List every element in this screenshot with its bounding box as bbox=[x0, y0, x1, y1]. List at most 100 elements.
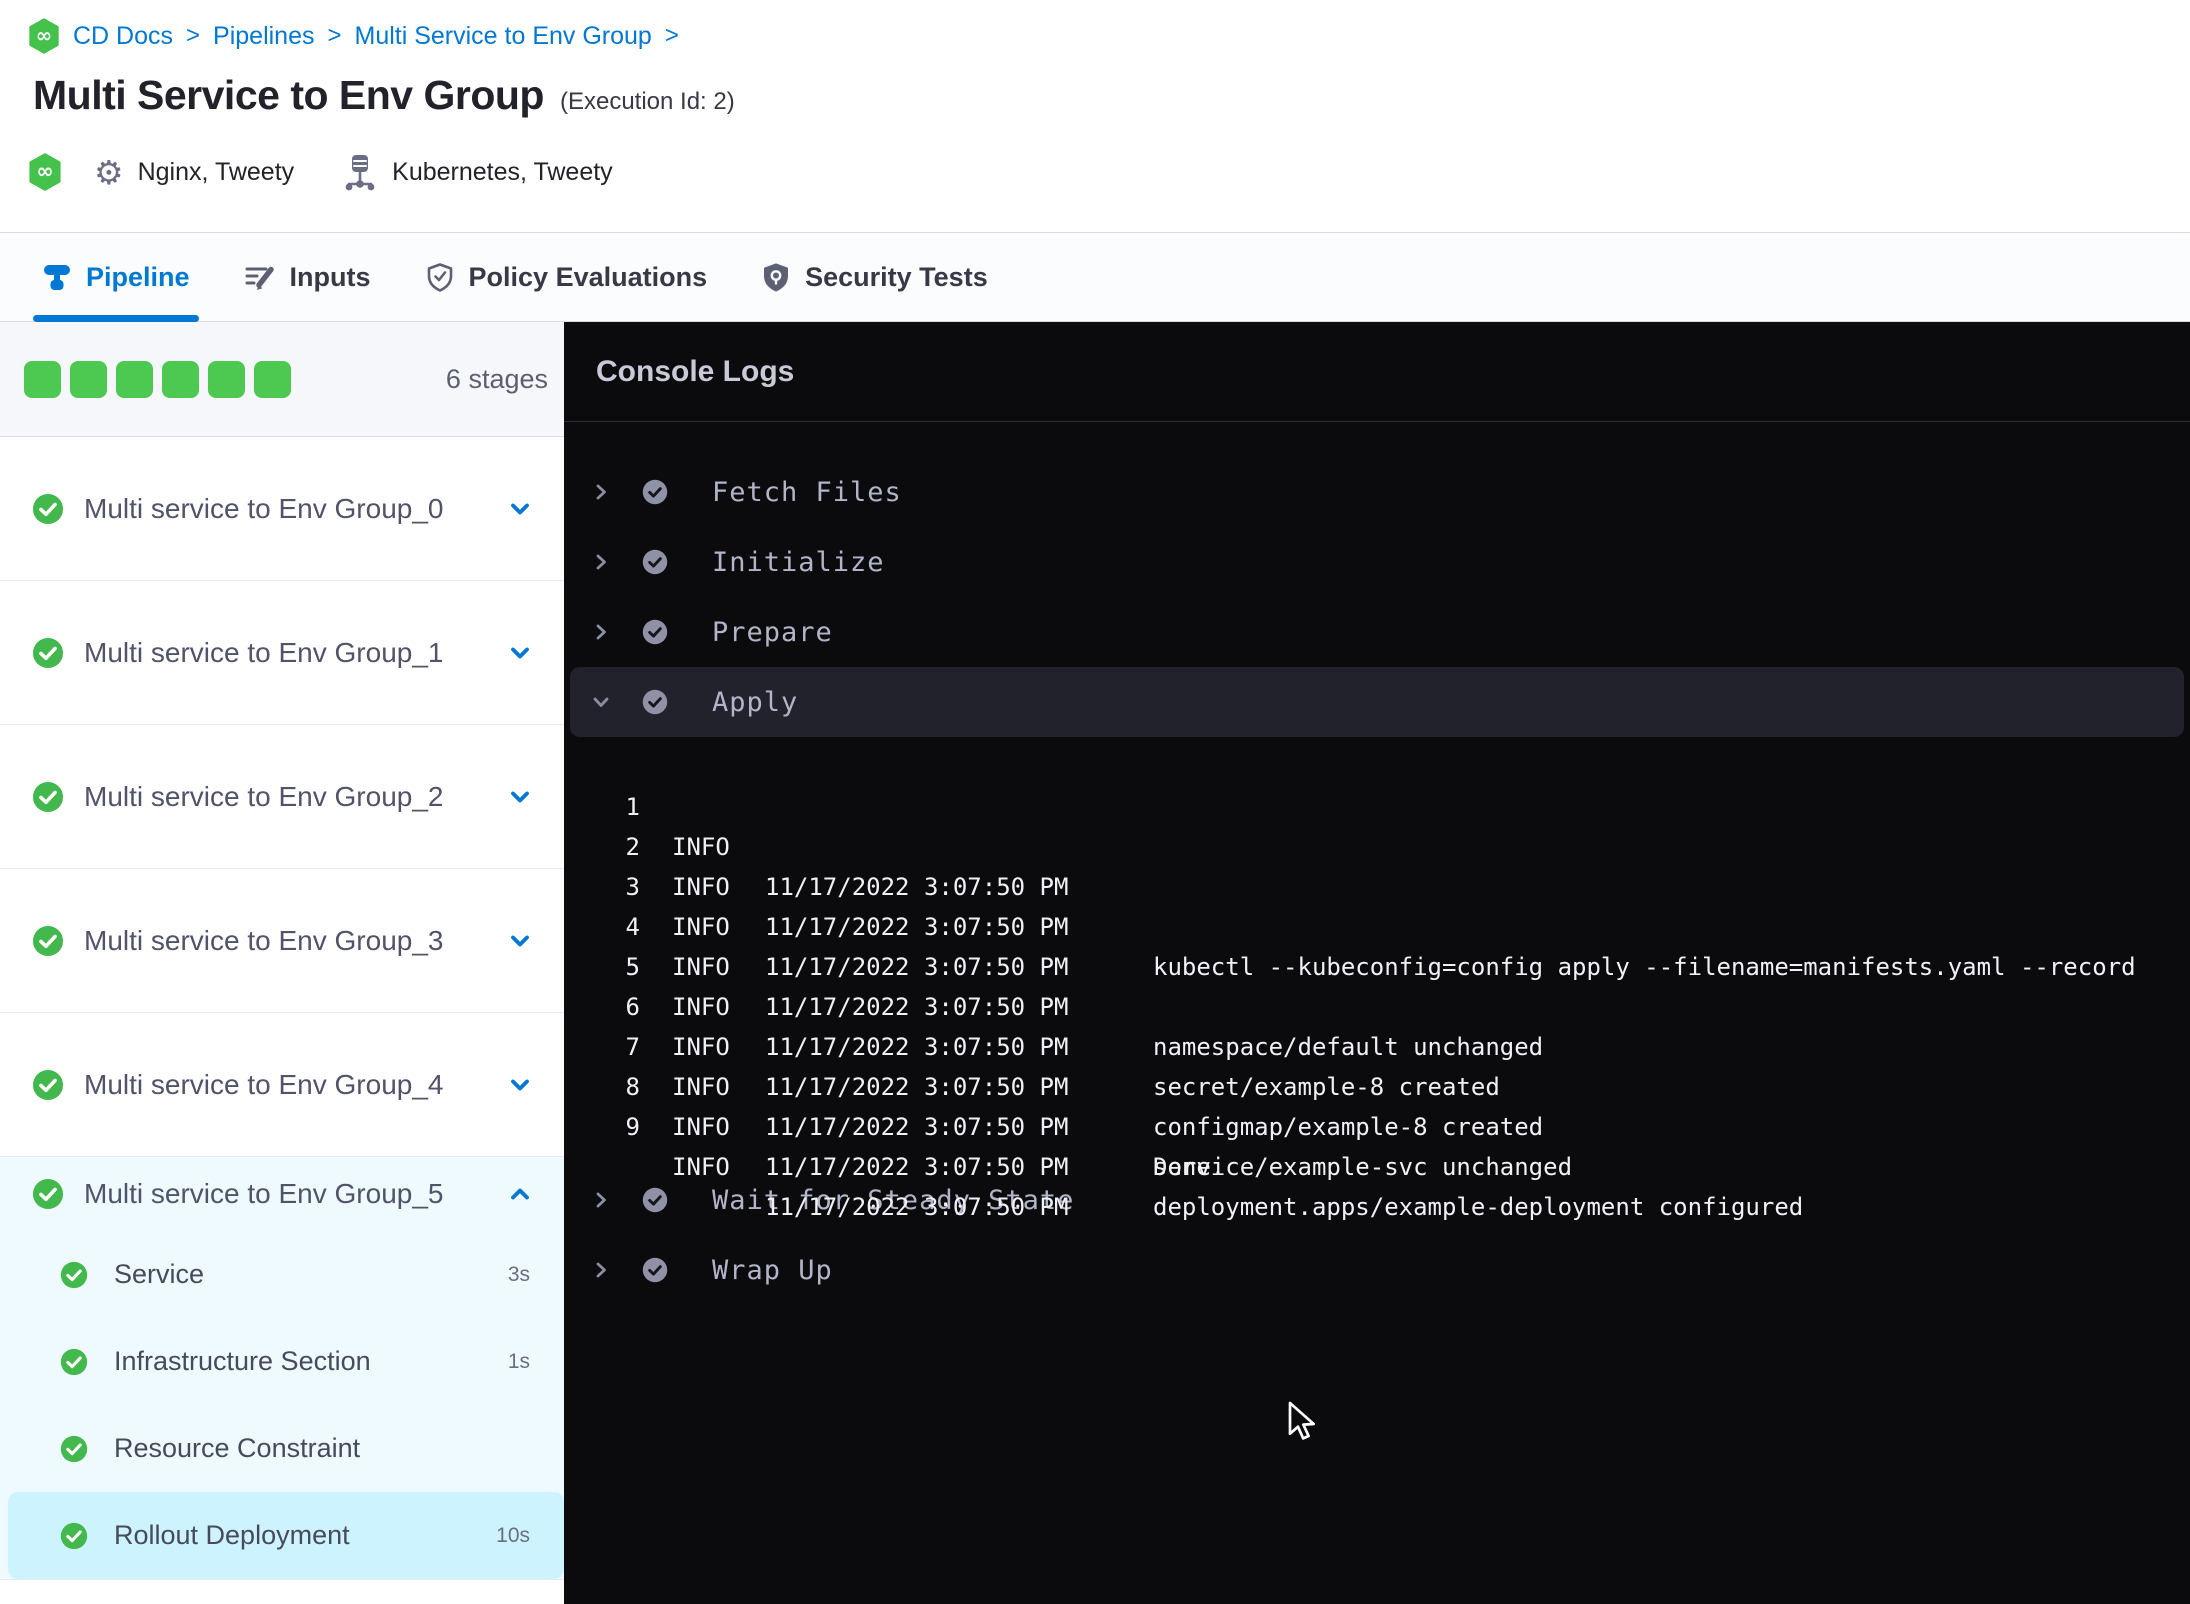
chevron-down-icon[interactable] bbox=[506, 639, 534, 667]
success-check-icon bbox=[32, 1069, 64, 1101]
chevron-right-icon[interactable] bbox=[590, 481, 612, 503]
stage-row[interactable]: Multi service to Env Group_0 bbox=[0, 437, 564, 581]
execution-meta-row: ∞ ⚙ Nginx, Tweety Kubernetes, Tweety bbox=[28, 148, 613, 196]
stage-summary-bar: 6 stages bbox=[0, 322, 564, 437]
pipeline-icon bbox=[42, 262, 72, 292]
breadcrumb-link[interactable]: Pipelines bbox=[213, 22, 314, 51]
console-step-row[interactable]: Apply bbox=[570, 667, 2184, 737]
stage-group-expanded: Multi service to Env Group_5 Service 3s … bbox=[0, 1157, 564, 1579]
log-message: deployment.apps/example-deployment confi… bbox=[1153, 1193, 1804, 1221]
breadcrumb: ∞ CD Docs > Pipelines > Multi Service to Env… bbox=[28, 14, 679, 58]
stage-row[interactable]: Multi service to Env Group_2 bbox=[0, 725, 564, 869]
stage-progress-square bbox=[24, 360, 61, 398]
tab-inputs[interactable]: Inputs bbox=[244, 233, 371, 321]
success-check-icon bbox=[60, 1522, 88, 1550]
tab-pipeline[interactable]: Pipeline bbox=[33, 233, 199, 322]
chevron-down-icon[interactable] bbox=[506, 783, 534, 811]
step-success-icon bbox=[642, 479, 668, 505]
tab-label: Security Tests bbox=[805, 261, 988, 292]
success-check-icon bbox=[32, 493, 64, 525]
stage-progress-square bbox=[70, 360, 107, 398]
tab-label: Pipeline bbox=[86, 261, 190, 292]
stage-progress-square bbox=[208, 360, 245, 398]
stage-label: Multi service to Env Group_0 bbox=[84, 492, 444, 524]
step-success-icon bbox=[642, 619, 668, 645]
breadcrumb-link[interactable]: CD Docs bbox=[73, 22, 173, 51]
log-timestamp: 11/17/2022 3:07:50 PM bbox=[765, 1193, 1069, 1221]
success-check-icon bbox=[32, 1178, 64, 1210]
step-duration: 1s bbox=[507, 1349, 530, 1373]
console-step-row[interactable]: Initialize bbox=[564, 527, 2190, 597]
stage-label: Multi service to Env Group_3 bbox=[84, 924, 444, 956]
step-success-icon bbox=[642, 549, 668, 575]
step-duration: 10s bbox=[496, 1523, 530, 1547]
breadcrumb-separator: > bbox=[664, 22, 679, 49]
tab-policy-evaluations[interactable]: Policy Evaluations bbox=[425, 233, 708, 321]
success-check-icon bbox=[60, 1348, 88, 1376]
stage-progress-squares bbox=[24, 360, 446, 398]
log-line: 5 INFO 11/17/2022 3:07:50 PM secret/exam… bbox=[564, 907, 2190, 1101]
chevron-down-icon[interactable] bbox=[506, 495, 534, 523]
console-step-label: Prepare bbox=[712, 616, 833, 648]
log-line: 1 INFO 11/17/2022 3:07:50 PM bbox=[564, 747, 2190, 901]
step-row[interactable]: Rollout Deployment 10s bbox=[8, 1492, 564, 1579]
chevron-right-icon[interactable] bbox=[590, 551, 612, 573]
chevron-down-icon[interactable] bbox=[590, 691, 612, 713]
console-panel: Console Logs Fetch Files Initialize Prep… bbox=[564, 322, 2190, 1604]
step-row[interactable]: Resource Constraint bbox=[0, 1405, 564, 1492]
tab-label: Inputs bbox=[289, 261, 371, 292]
tab-security-tests[interactable]: Security Tests bbox=[761, 233, 988, 321]
console-step-row[interactable]: Prepare bbox=[564, 597, 2190, 667]
success-check-icon bbox=[60, 1435, 88, 1463]
success-check-icon bbox=[60, 1261, 88, 1289]
console-step-label: Wrap Up bbox=[712, 1254, 833, 1286]
stage-sidebar: 6 stages Multi service to Env Group_0 Mu… bbox=[0, 322, 564, 1604]
title-row: Multi Service to Env Group (Execution Id… bbox=[33, 72, 735, 119]
stage-count-label: 6 stages bbox=[445, 363, 548, 394]
stage-row[interactable]: Multi service to Env Group_5 bbox=[0, 1157, 564, 1231]
infrastructure-icon bbox=[342, 152, 378, 192]
stage-row[interactable]: Multi service to Env Group_3 bbox=[0, 869, 564, 1013]
inputs-icon bbox=[244, 262, 276, 292]
log-line: 9 INFO 11/17/2022 3:07:50 PM bbox=[564, 1067, 2190, 1221]
stage-row[interactable]: Multi service to Env Group_1 bbox=[0, 581, 564, 725]
console-step-row[interactable]: Fetch Files bbox=[564, 457, 2190, 527]
step-label: Resource Constraint bbox=[114, 1433, 361, 1463]
infrastructure-label: Kubernetes, Tweety bbox=[392, 157, 613, 186]
step-row[interactable]: Infrastructure Section 1s bbox=[0, 1318, 564, 1405]
svg-text:∞: ∞ bbox=[36, 24, 52, 47]
stage-progress-square bbox=[162, 360, 199, 398]
console-step-label: Fetch Files bbox=[712, 476, 902, 508]
stage-label: Multi service to Env Group_2 bbox=[84, 780, 444, 812]
stage-row[interactable]: Multi service to Env Group_4 bbox=[0, 1013, 564, 1157]
log-line: 7 INFO 11/17/2022 3:07:50 PM service/exa… bbox=[564, 987, 2190, 1181]
console-step-label: Initialize bbox=[712, 546, 885, 578]
log-timestamp: 11/17/2022 3:07:50 PM bbox=[765, 1153, 1069, 1181]
step-row[interactable]: Service 3s bbox=[0, 1231, 564, 1318]
log-line: 2 INFO 11/17/2022 3:07:50 PM kubectl --k… bbox=[564, 787, 2190, 981]
breadcrumb-separator: > bbox=[327, 22, 342, 49]
breadcrumb-link[interactable]: Multi Service to Env Group bbox=[355, 22, 652, 51]
stage-label: Multi service to Env Group_4 bbox=[84, 1068, 444, 1100]
breadcrumb-separator: > bbox=[186, 22, 201, 49]
chevron-down-icon[interactable] bbox=[506, 1071, 534, 1099]
log-line: 4 INFO 11/17/2022 3:07:50 PM namespace/d… bbox=[564, 867, 2190, 1061]
log-line: 8 INFO 11/17/2022 3:07:50 PM deployment.… bbox=[564, 1027, 2190, 1221]
tab-label: Policy Evaluations bbox=[468, 261, 708, 292]
stage-label: Multi service to Env Group_5 bbox=[84, 1178, 444, 1209]
success-check-icon bbox=[32, 637, 64, 669]
execution-id: (Execution Id: 2) bbox=[559, 88, 735, 115]
stage-list: Multi service to Env Group_0 Multi servi… bbox=[0, 437, 564, 1579]
log-block: 1 INFO 11/17/2022 3:07:50 PM 2 INFO 11/1… bbox=[564, 737, 2190, 1221]
chevron-up-icon[interactable] bbox=[506, 1180, 534, 1208]
console-step-label: Apply bbox=[712, 686, 799, 718]
page-title: Multi Service to Env Group bbox=[33, 72, 544, 118]
chevron-down-icon[interactable] bbox=[506, 927, 534, 955]
step-duration: 3s bbox=[507, 1262, 530, 1286]
console-step-row[interactable]: Wrap Up bbox=[564, 1235, 2190, 1305]
log-line: 6 INFO 11/17/2022 3:07:50 PM configmap/e… bbox=[564, 947, 2190, 1141]
chevron-right-icon[interactable] bbox=[590, 621, 612, 643]
shield-check-icon bbox=[425, 262, 455, 292]
pipeline-execution-screen: ∞ CD Docs > Pipelines > Multi Service to Env… bbox=[0, 0, 2190, 1604]
log-message: Done. bbox=[1153, 1153, 1226, 1181]
